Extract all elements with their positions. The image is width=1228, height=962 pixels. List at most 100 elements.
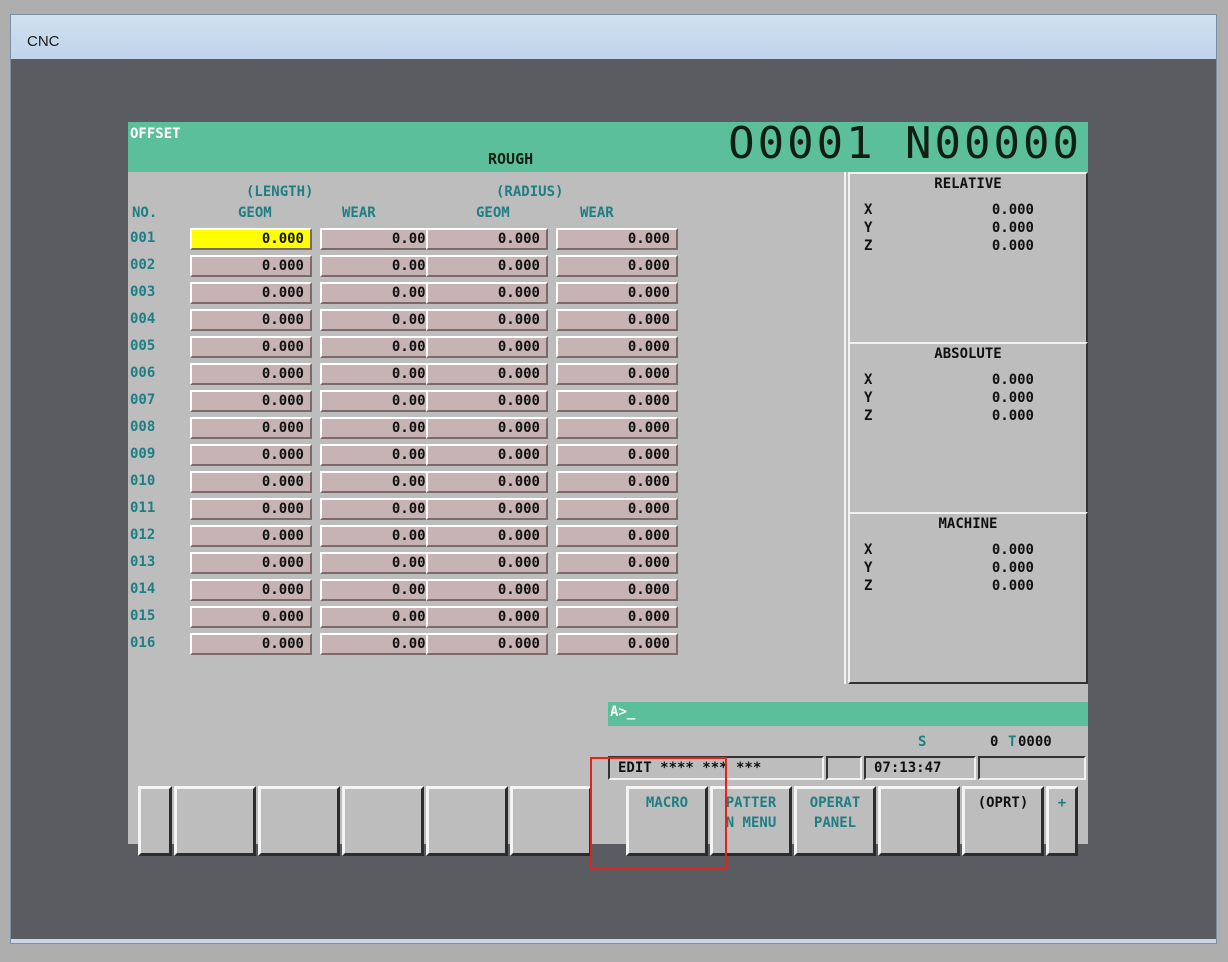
length-geom-cell[interactable]: 0.000 [190,498,312,520]
radius-geom-cell[interactable]: 0.000 [426,336,548,358]
next-page-label: + [1057,795,1067,811]
machine-title: MACHINE [938,516,998,532]
length-geom-cell[interactable]: 0.000 [190,363,312,385]
length-geom-cell[interactable]: 0.000 [190,309,312,331]
radius-geom-cell[interactable]: 0.000 [426,228,548,250]
column-length-geom: GEOM [238,205,272,221]
window-titlebar[interactable]: CNC [11,15,1216,59]
offset-number: 006 [130,365,156,381]
radius-wear-cell[interactable]: 0.000 [556,606,678,628]
radius-wear-cell[interactable]: 0.000 [556,282,678,304]
radius-geom-cell[interactable]: 0.000 [426,309,548,331]
radius-wear-cell[interactable]: 0.000 [556,633,678,655]
next-page-softkey[interactable]: + [1046,786,1078,856]
radius-geom-cell[interactable]: 0.000 [426,282,548,304]
mode-label: ROUGH [488,150,534,168]
radius-wear-cell[interactable]: 0.000 [556,417,678,439]
length-geom-cell[interactable]: 0.000 [190,336,312,358]
length-geom-cell[interactable]: 0.000 [190,444,312,466]
radius-wear-cell[interactable]: 0.000 [556,444,678,466]
column-no: NO. [132,205,158,221]
radius-wear-cell[interactable]: 0.000 [556,390,678,412]
offset-number: 007 [130,392,156,408]
operator-panel-softkey[interactable]: OPERAT PANEL [794,786,876,856]
radius-geom-cell[interactable]: 0.000 [426,390,548,412]
radius-geom-cell[interactable]: 0.000 [426,417,548,439]
offset-number: 016 [130,635,156,651]
radius-wear-cell[interactable]: 0.000 [556,363,678,385]
length-geom-cell[interactable]: 0.000 [190,606,312,628]
length-geom-cell[interactable]: 0.000 [190,255,312,277]
relative-x-value: 0.000 [991,202,1034,218]
radius-wear-cell[interactable]: 0.000 [556,498,678,520]
length-geom-cell[interactable]: 0.000 [190,417,312,439]
length-wear-cell[interactable]: 0.000 [320,390,442,412]
offset-number: 002 [130,257,156,273]
length-wear-cell[interactable]: 0.000 [320,363,442,385]
softkey-3[interactable] [342,786,424,856]
operator-panel-label-1: OPERAT [809,795,861,811]
length-geom-cell[interactable]: 0.000 [190,633,312,655]
radius-geom-cell[interactable]: 0.000 [426,579,548,601]
offset-number: 010 [130,473,156,489]
radius-geom-cell[interactable]: 0.000 [426,363,548,385]
length-wear-cell[interactable]: 0.000 [320,633,442,655]
length-wear-cell[interactable]: 0.000 [320,309,442,331]
screen-title: OFFSET [130,126,181,142]
absolute-y-label: Y [864,390,873,406]
status-time: 07:13:47 [864,756,976,780]
softkey-left-return[interactable] [138,786,172,856]
softkey-1[interactable] [174,786,256,856]
length-wear-cell[interactable]: 0.000 [320,471,442,493]
length-wear-cell[interactable]: 0.000 [320,525,442,547]
softkey-blank[interactable] [878,786,960,856]
window-bottom-border [11,939,1216,943]
length-geom-cell[interactable]: 0.000 [190,471,312,493]
radius-geom-cell[interactable]: 0.000 [426,255,548,277]
radius-wear-cell[interactable]: 0.000 [556,471,678,493]
command-line[interactable]: A>_ [608,702,1088,726]
radius-geom-cell[interactable]: 0.000 [426,498,548,520]
length-wear-cell[interactable]: 0.000 [320,552,442,574]
radius-geom-cell[interactable]: 0.000 [426,525,548,547]
length-geom-cell[interactable]: 0.000 [190,390,312,412]
machine-x-value: 0.000 [991,542,1034,558]
length-wear-cell[interactable]: 0.000 [320,228,442,250]
length-wear-cell[interactable]: 0.000 [320,606,442,628]
softkey-4[interactable] [426,786,508,856]
radius-geom-cell[interactable]: 0.000 [426,444,548,466]
softkey-2[interactable] [258,786,340,856]
radius-geom-cell[interactable]: 0.000 [426,606,548,628]
spindle-value: 0 [990,734,999,750]
highlight-box [590,757,727,869]
length-geom-cell[interactable]: 0.000 [190,228,312,250]
length-geom-cell[interactable]: 0.000 [190,282,312,304]
length-wear-cell[interactable]: 0.000 [320,255,442,277]
length-wear-cell[interactable]: 0.000 [320,579,442,601]
offset-number: 005 [130,338,156,354]
length-geom-cell[interactable]: 0.000 [190,579,312,601]
length-wear-cell[interactable]: 0.000 [320,498,442,520]
window-title: CNC [27,33,60,50]
radius-wear-cell[interactable]: 0.000 [556,309,678,331]
absolute-position-panel: ABSOLUTE X 0.000 Y 0.000 Z 0.000 [848,342,1088,514]
length-geom-cell[interactable]: 0.000 [190,525,312,547]
softkey-5[interactable] [510,786,592,856]
length-wear-cell[interactable]: 0.000 [320,444,442,466]
radius-wear-cell[interactable]: 0.000 [556,228,678,250]
radius-geom-cell[interactable]: 0.000 [426,633,548,655]
radius-geom-cell[interactable]: 0.000 [426,552,548,574]
radius-wear-cell[interactable]: 0.000 [556,255,678,277]
oprt-softkey[interactable]: (OPRT) [962,786,1044,856]
absolute-z-value: 0.000 [991,408,1034,424]
length-geom-cell[interactable]: 0.000 [190,552,312,574]
length-wear-cell[interactable]: 0.000 [320,336,442,358]
radius-wear-cell[interactable]: 0.000 [556,552,678,574]
column-length-wear: WEAR [342,205,376,221]
length-wear-cell[interactable]: 0.000 [320,417,442,439]
length-wear-cell[interactable]: 0.000 [320,282,442,304]
radius-wear-cell[interactable]: 0.000 [556,579,678,601]
radius-wear-cell[interactable]: 0.000 [556,525,678,547]
radius-geom-cell[interactable]: 0.000 [426,471,548,493]
radius-wear-cell[interactable]: 0.000 [556,336,678,358]
